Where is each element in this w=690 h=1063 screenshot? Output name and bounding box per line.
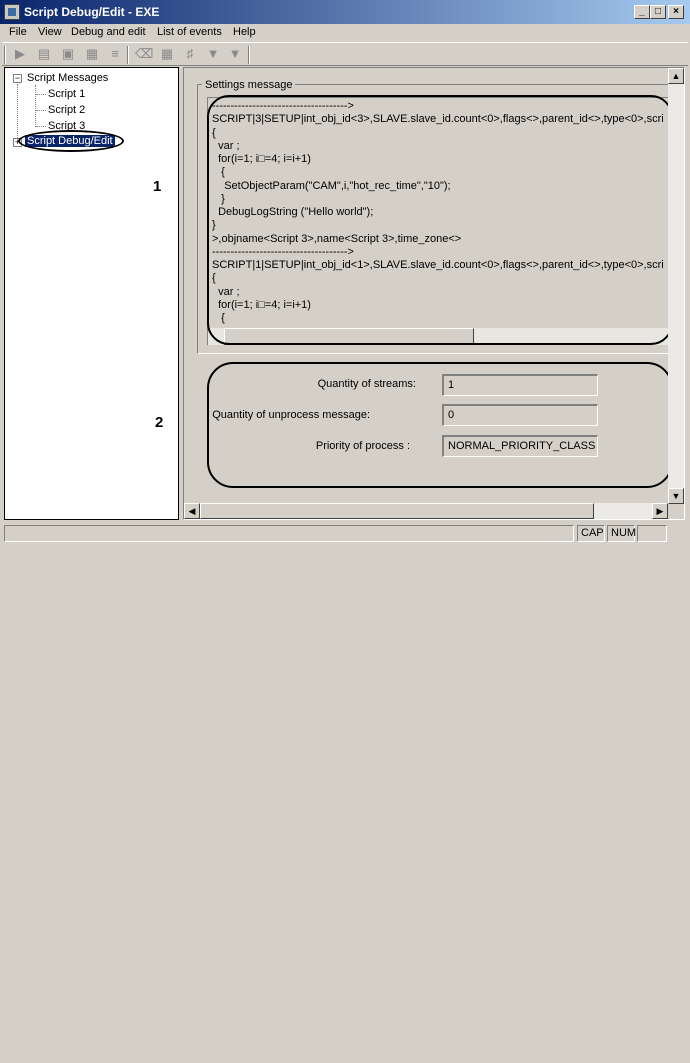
menu-list-of-events[interactable]: List of events xyxy=(157,26,222,38)
callout-marker-1: 1 xyxy=(153,178,162,195)
status-panel-empty xyxy=(637,525,667,542)
menu-view[interactable]: View xyxy=(38,26,62,38)
unprocess-label: Quantity of unprocess message: xyxy=(212,409,370,421)
priority-label: Priority of process : xyxy=(315,440,410,452)
toolbar: ▶ ▤ ▣ ▦ ≡ ⌫ ▦ ♯ ▼ ▼ xyxy=(2,42,688,66)
tree-connector xyxy=(36,110,46,111)
code-line: -------------------------------------> xyxy=(212,245,354,258)
minimize-button[interactable]: _ xyxy=(634,5,650,19)
menu-bar: File View Debug and edit List of events … xyxy=(0,24,690,42)
priority-field[interactable]: NORMAL_PRIORITY_CLASS xyxy=(442,435,598,457)
tree-node-script-1[interactable]: Script 1 xyxy=(48,88,85,100)
scroll-down-button[interactable]: ▼ xyxy=(668,488,684,504)
run-icon[interactable]: ▶ xyxy=(12,46,28,62)
code-line: DebugLogString ("Hello world"); xyxy=(212,206,374,218)
resize-grip[interactable] xyxy=(673,1049,687,1063)
close-button[interactable]: × xyxy=(668,5,684,19)
code-line: SCRIPT|1|SETUP|int_obj_id<1>,SLAVE.slave… xyxy=(212,259,664,271)
menu-file[interactable]: File xyxy=(9,26,27,38)
code-line: } xyxy=(212,219,216,232)
toolbar-separator xyxy=(127,46,129,64)
settings-message-lines: -------------------------------------> SC… xyxy=(212,100,664,325)
code-line: { xyxy=(212,166,225,179)
code-line: for(i=1; i□=4; i=i+1) xyxy=(212,153,311,165)
code-line: SetObjectParam("CAM",i,"hot_rec_time","1… xyxy=(212,179,451,192)
tree-connector xyxy=(36,126,46,127)
tree-connector xyxy=(17,84,18,144)
title-bar: Script Debug/Edit - EXE _ □ × xyxy=(0,0,690,24)
code-horizontal-scrollbar[interactable] xyxy=(208,328,672,345)
menu-help[interactable]: Help xyxy=(233,26,256,38)
status-message xyxy=(4,525,574,542)
callout-marker-2: 2 xyxy=(155,414,164,431)
funnel-icon[interactable]: ▼ xyxy=(205,46,221,62)
toolbar-grip xyxy=(4,46,6,64)
save-icon[interactable]: ▣ xyxy=(60,46,76,62)
code-line: >,objname<Script 3>,name<Script 3>,time_… xyxy=(212,232,462,245)
settings-group-label: Settings message xyxy=(202,79,296,91)
settings-message-text[interactable]: -------------------------------------> SC… xyxy=(207,97,673,345)
unprocess-field[interactable]: 0 xyxy=(442,404,598,426)
code-line: { xyxy=(212,312,225,324)
expand-expander[interactable]: + xyxy=(13,138,22,147)
code-line: SCRIPT|3|SETUP|int_obj_id<3>,SLAVE.slave… xyxy=(212,113,664,126)
streams-field[interactable]: 1 xyxy=(442,374,598,396)
code-scroll-thumb[interactable] xyxy=(224,328,474,345)
code-line: } xyxy=(212,192,225,205)
menu-debug-and-edit[interactable]: Debug and edit xyxy=(71,26,146,38)
compile-icon[interactable]: ▦ xyxy=(84,46,100,62)
code-line: for(i=1; i□=4; i=i+1) xyxy=(212,298,311,311)
tree-node-script-2[interactable]: Script 2 xyxy=(48,104,85,116)
panel-vertical-track[interactable] xyxy=(668,68,684,504)
streams-label: Quantity of streams: xyxy=(317,378,416,390)
num-indicator: NUM xyxy=(607,525,636,542)
tree-node-script-messages[interactable]: Script Messages xyxy=(27,72,108,84)
filter-icon[interactable]: ♯ xyxy=(182,46,198,62)
scroll-up-button[interactable]: ▲ xyxy=(668,68,684,84)
list-icon[interactable]: ≡ xyxy=(107,46,123,62)
maximize-button[interactable]: □ xyxy=(650,5,666,19)
scroll-right-button[interactable]: ▶ xyxy=(652,503,668,519)
tree-connector xyxy=(35,85,36,127)
code-line: { xyxy=(212,126,216,139)
tree-node-script-debug-edit[interactable]: Script Debug/Edit xyxy=(25,135,115,147)
erase-icon[interactable]: ⌫ xyxy=(135,46,153,62)
tree-node-script-3[interactable]: Script 3 xyxy=(48,120,85,132)
app-icon[interactable] xyxy=(4,4,20,20)
horizontal-scroll-thumb[interactable] xyxy=(200,503,594,519)
script-tree: − Script Messages Script 1 Script 2 Scri… xyxy=(4,67,179,520)
window-title: Script Debug/Edit - EXE xyxy=(24,5,160,19)
code-line: var ; xyxy=(212,285,240,298)
grid-icon[interactable]: ▦ xyxy=(159,46,175,62)
status-bar: CAP NUM xyxy=(0,522,690,544)
funnel-edit-icon[interactable]: ▼ xyxy=(227,46,243,62)
tree-connector xyxy=(36,94,46,95)
collapse-expander[interactable]: − xyxy=(13,74,22,83)
step-icon[interactable]: ▤ xyxy=(36,46,52,62)
scroll-left-button[interactable]: ◀ xyxy=(184,503,200,519)
toolbar-separator xyxy=(248,46,250,64)
code-line: -------------------------------------> xyxy=(212,100,354,112)
code-line: var ; xyxy=(212,139,240,152)
code-line: { xyxy=(212,272,216,285)
cap-indicator: CAP xyxy=(577,525,605,542)
